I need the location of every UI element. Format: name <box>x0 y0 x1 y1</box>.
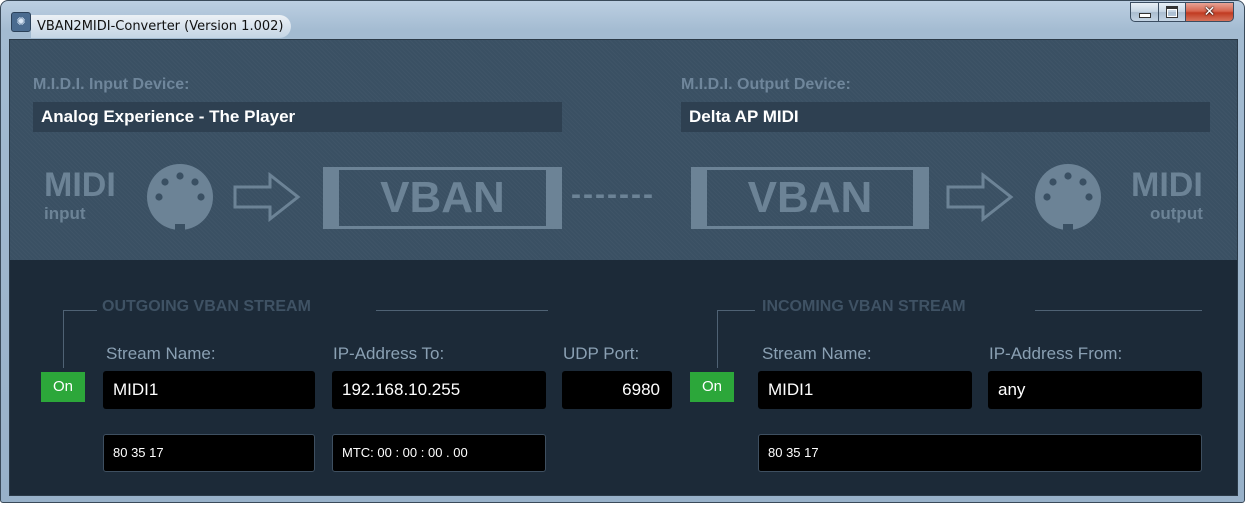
midi-output-connector-icon <box>1035 164 1101 230</box>
mtc-display: MTC: 00 : 00 : 00 . 00 <box>332 434 546 472</box>
maximize-button[interactable] <box>1159 2 1186 22</box>
incoming-ip-input[interactable]: any <box>988 371 1202 409</box>
window-controls: ✕ <box>1130 2 1234 23</box>
vban-left-box: VBAN <box>323 167 562 229</box>
incoming-stream-name-label: Stream Name: <box>762 344 872 363</box>
vban-right-box: VBAN <box>691 167 929 229</box>
close-icon: ✕ <box>1203 4 1216 20</box>
device-panel: M.I.D.I. Input Device: Analog Experience… <box>10 40 1237 260</box>
window-title: VBAN2MIDI-Converter (Version 1.002) <box>37 19 284 34</box>
incoming-stream-name-input[interactable]: MIDI1 <box>758 371 972 409</box>
title-pill: VBAN2MIDI-Converter (Version 1.002) <box>31 15 292 38</box>
app-window: ✺ VBAN2MIDI-Converter (Version 1.002) ✕ … <box>0 0 1245 503</box>
midi-output-device-select[interactable]: Delta AP MIDI <box>681 102 1210 132</box>
incoming-midi-monitor: 80 35 17 <box>758 434 1202 472</box>
link-dashes: ------- <box>571 178 655 211</box>
udp-port-input[interactable]: 6980 <box>562 371 672 409</box>
app-icon[interactable]: ✺ <box>11 12 31 32</box>
midi-input-device-select[interactable]: Analog Experience - The Player <box>33 102 562 132</box>
incoming-header-line <box>1035 310 1202 311</box>
arrow-right-icon <box>946 172 1014 222</box>
midi-input-title: MIDI <box>44 166 116 204</box>
outgoing-on-button[interactable]: On <box>41 372 85 402</box>
midi-input-connector-icon <box>147 164 213 230</box>
midi-input-device-label: M.I.D.I. Input Device: <box>33 76 190 93</box>
outgoing-bracket-line <box>63 310 97 311</box>
arrow-right-icon <box>233 172 301 222</box>
client-area: M.I.D.I. Input Device: Analog Experience… <box>9 39 1238 496</box>
udp-port-label: UDP Port: <box>563 344 640 363</box>
incoming-ip-label: IP-Address From: <box>989 344 1123 363</box>
midi-input-subtitle: input <box>44 204 86 223</box>
outgoing-section-title: OUTGOING VBAN STREAM <box>102 298 311 315</box>
minimize-button[interactable] <box>1130 2 1159 22</box>
maximize-icon <box>1166 6 1178 18</box>
outgoing-bracket-line <box>63 310 64 368</box>
midi-output-title: MIDI <box>1131 166 1203 204</box>
incoming-bracket-line <box>717 310 755 311</box>
outgoing-header-line <box>376 310 548 311</box>
outgoing-midi-monitor: 80 35 17 <box>103 434 315 472</box>
incoming-section-title: INCOMING VBAN STREAM <box>762 298 966 315</box>
incoming-on-button[interactable]: On <box>690 372 734 402</box>
midi-output-device-label: M.I.D.I. Output Device: <box>681 76 851 93</box>
outgoing-stream-name-label: Stream Name: <box>106 344 216 363</box>
midi-output-subtitle: output <box>1150 204 1203 223</box>
outgoing-ip-input[interactable]: 192.168.10.255 <box>332 371 546 409</box>
incoming-bracket-line <box>717 310 718 368</box>
outgoing-ip-label: IP-Address To: <box>333 344 445 363</box>
outgoing-stream-name-input[interactable]: MIDI1 <box>103 371 315 409</box>
minimize-icon <box>1138 12 1151 18</box>
title-bar[interactable]: ✺ VBAN2MIDI-Converter (Version 1.002) ✕ <box>1 1 1244 39</box>
close-button[interactable]: ✕ <box>1186 2 1234 22</box>
